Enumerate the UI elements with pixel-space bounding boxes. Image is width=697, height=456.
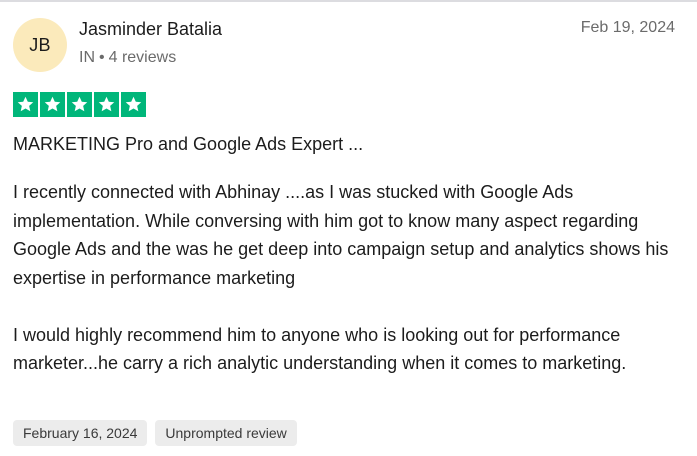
reviewer-name[interactable]: Jasminder Batalia xyxy=(79,19,222,40)
review-tags: February 16, 2024 Unprompted review xyxy=(13,420,297,446)
star-icon xyxy=(40,92,65,117)
star-rating xyxy=(13,92,146,117)
star-icon xyxy=(94,92,119,117)
review-paragraph: I would highly recommend him to anyone w… xyxy=(13,324,627,374)
star-icon xyxy=(121,92,146,117)
review-title[interactable]: MARKETING Pro and Google Ads Expert ... xyxy=(13,134,363,155)
reviewer-country: IN xyxy=(79,49,95,66)
star-icon xyxy=(67,92,92,117)
review-paragraph: I recently connected with Abhinay ....as… xyxy=(13,182,669,288)
reviewer-meta: IN • 4 reviews xyxy=(79,49,176,67)
meta-separator: • xyxy=(99,49,105,66)
top-divider xyxy=(0,0,697,2)
avatar[interactable]: JB xyxy=(13,18,67,72)
star-icon xyxy=(13,92,38,117)
experience-date-tag: February 16, 2024 xyxy=(13,420,148,446)
unprompted-review-tag[interactable]: Unprompted review xyxy=(155,420,297,446)
review-date: Feb 19, 2024 xyxy=(580,19,675,36)
review-body: I recently connected with Abhinay ....as… xyxy=(13,178,685,378)
avatar-initials: JB xyxy=(29,34,51,55)
reviewer-reviews-count: 4 reviews xyxy=(108,49,177,66)
